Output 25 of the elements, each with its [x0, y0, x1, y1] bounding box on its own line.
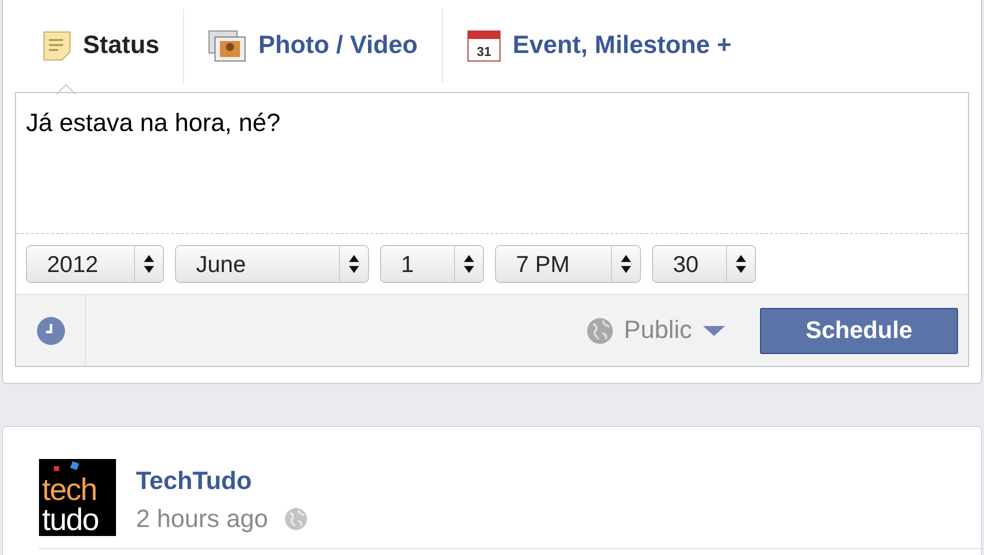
stepper-arrows-icon — [143, 253, 155, 275]
globe-icon — [586, 316, 614, 344]
page-logo: tech tudo — [39, 459, 116, 536]
globe-icon — [284, 507, 308, 532]
post-time: 2 hours ago — [136, 504, 268, 534]
date-select[interactable]: 7 PM — [495, 245, 641, 283]
author-link[interactable]: TechTudo — [136, 463, 308, 500]
photo-icon — [208, 30, 246, 62]
stepper-arrows-icon — [620, 253, 632, 275]
date-select[interactable]: June — [175, 245, 369, 283]
date-select[interactable]: 2012 — [26, 245, 164, 283]
calendar-icon: 31 — [466, 30, 501, 62]
schedule-button[interactable]: Schedule — [760, 308, 958, 354]
date-select[interactable]: 1 — [380, 245, 484, 283]
composer-tab[interactable]: Status — [15, 9, 184, 83]
composer-tab[interactable]: 31 Event, Milestone + — [442, 9, 756, 83]
date-select[interactable]: 30 — [652, 245, 756, 283]
stepper-arrows-icon — [463, 253, 475, 275]
composer-tab[interactable]: Photo / Video — [184, 9, 443, 83]
stepper-arrows-icon — [348, 253, 360, 275]
caret-icon — [702, 324, 726, 336]
note-icon — [43, 31, 71, 61]
status-text-field[interactable]: Já estava na hora, né? — [16, 93, 968, 233]
stepper-arrows-icon — [735, 253, 747, 275]
clock-icon[interactable] — [36, 316, 66, 346]
